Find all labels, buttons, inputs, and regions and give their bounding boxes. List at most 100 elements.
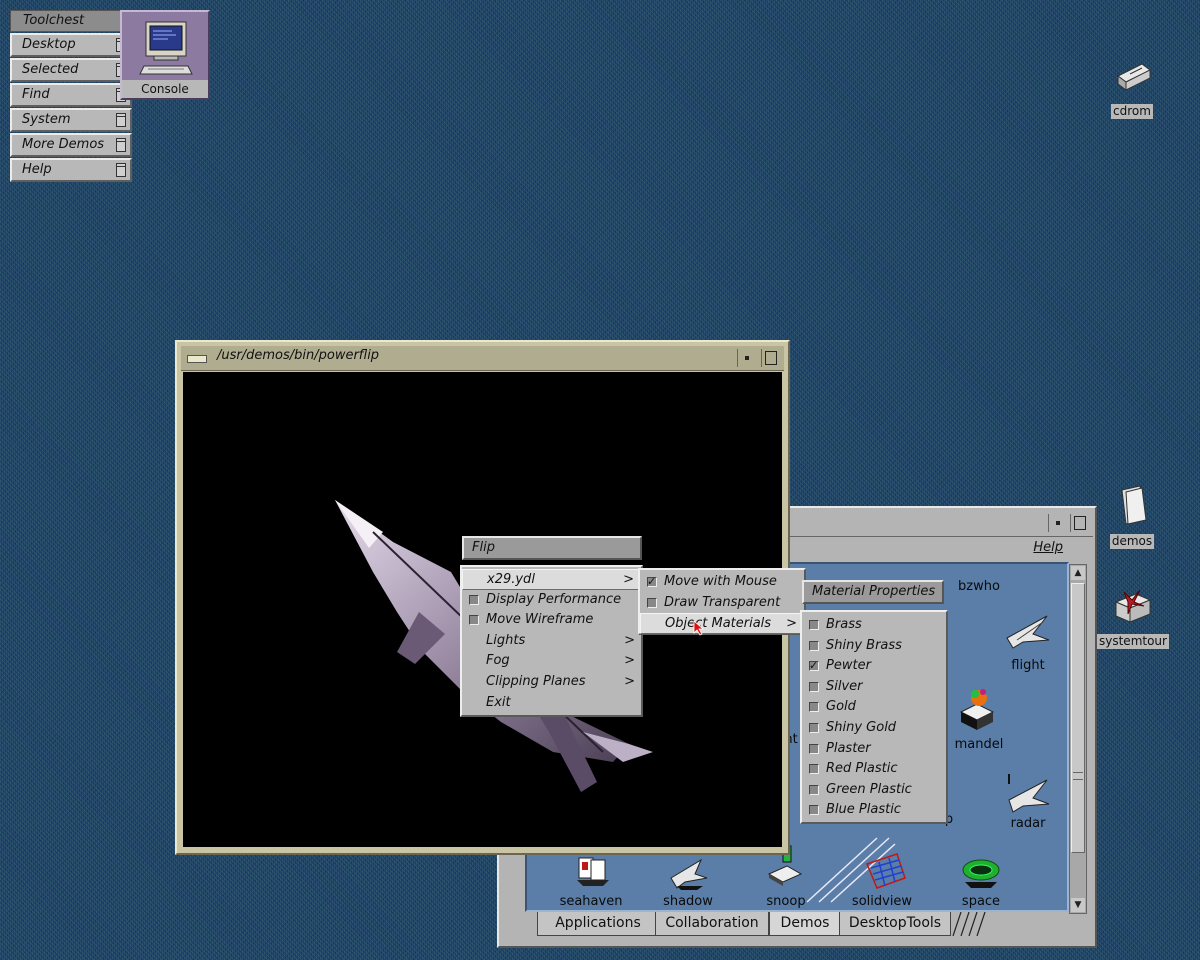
menu-item-label: Display Performance	[486, 591, 622, 607]
menu-item-blue-plastic[interactable]: Blue Plastic	[802, 800, 946, 821]
bzwho-label[interactable]: bzwho	[939, 579, 1019, 594]
toolchest-item-desktop[interactable]: Desktop	[10, 33, 132, 57]
menu-item-pewter[interactable]: Pewter	[802, 656, 946, 677]
menu-item-label: Green Plastic	[826, 781, 912, 797]
checkbox-icon[interactable]	[809, 784, 819, 795]
checkbox-icon[interactable]	[809, 764, 819, 775]
tab-applications[interactable]: Applications	[537, 912, 659, 936]
tab-collaboration[interactable]: Collaboration	[655, 912, 769, 936]
minimize-button[interactable]	[1048, 514, 1067, 532]
cdrom-label: cdrom	[1111, 104, 1153, 119]
radar-jet-icon[interactable]	[1003, 770, 1053, 814]
menu-item-plaster[interactable]: Plaster	[802, 739, 946, 760]
demos-label: demos	[1109, 534, 1155, 549]
menu-item-fog[interactable]: Fog >	[462, 651, 641, 672]
toolchest-item-help[interactable]: Help	[10, 158, 132, 182]
toolchest-item-label: Find	[22, 87, 50, 102]
systemtour-label: systemtour	[1097, 634, 1169, 649]
fractal-icon[interactable]	[955, 684, 999, 732]
help-menu[interactable]: Help	[1033, 540, 1063, 555]
menu-item-label: Move with Mouse	[664, 574, 777, 589]
menu-item-brass[interactable]: Brass	[802, 615, 946, 636]
scroll-down-icon[interactable]: ▼	[1071, 898, 1085, 912]
toolchest-item-find[interactable]: Find	[10, 83, 132, 107]
submenu-marker-icon	[116, 113, 126, 127]
window-menu-button[interactable]	[187, 355, 207, 363]
toolchest-item-more-demos[interactable]: More Demos	[10, 133, 132, 157]
toolchest-item-system[interactable]: System	[10, 108, 132, 132]
checkbox-checked-icon[interactable]	[647, 572, 657, 592]
menu-item-green-plastic[interactable]: Green Plastic	[802, 780, 946, 801]
menu-item-object-materials[interactable]: Object Materials >	[640, 613, 804, 634]
toolchest-item-selected[interactable]: Selected	[10, 58, 132, 82]
cdrom-icon[interactable]: cdrom	[1097, 56, 1167, 119]
menu-item-draw-transparent[interactable]: Draw Transparent	[640, 593, 804, 614]
toolchest: Toolchest Desktop Selected Find System M…	[10, 10, 132, 182]
shadow-jet-icon[interactable]	[667, 854, 711, 890]
menu-item-clipping-planes[interactable]: Clipping Planes >	[462, 672, 641, 693]
menu-item-move-with-mouse[interactable]: Move with Mouse	[640, 572, 804, 593]
menu-item-label: Gold	[826, 699, 856, 715]
menu-item-label: Move Wireframe	[486, 612, 594, 628]
object-submenu: Move with Mouse Draw Transparent Object …	[638, 568, 806, 635]
powerflip-titlebar[interactable]: /usr/demos/bin/powerflip	[181, 346, 784, 371]
checkbox-icon[interactable]	[809, 640, 819, 651]
menu-item-exit[interactable]: Exit	[462, 693, 641, 714]
space-label[interactable]: space	[941, 894, 1021, 909]
menu-item-label: Pewter	[826, 658, 871, 674]
vertical-scrollbar[interactable]: ▲ ▼	[1069, 564, 1087, 914]
menu-item-label: Clipping Planes	[486, 673, 586, 689]
menu-item-lights[interactable]: Lights >	[462, 631, 641, 652]
shadow-label[interactable]: shadow	[648, 894, 728, 909]
menu-item-label: Object Materials	[665, 616, 772, 632]
jet-icon[interactable]	[1003, 610, 1053, 650]
checkbox-icon[interactable]	[809, 805, 819, 816]
window-title: /usr/demos/bin/powerflip	[217, 348, 380, 363]
menu-item-x29-ydl[interactable]: x29.ydl >	[462, 569, 641, 590]
checkbox-icon[interactable]	[809, 702, 819, 713]
maximize-button[interactable]	[761, 349, 780, 367]
tab-desktoptools[interactable]: DesktopTools	[839, 912, 951, 936]
menu-item-label: Plaster	[826, 740, 871, 756]
checkbox-icon[interactable]	[647, 597, 657, 608]
radar-label[interactable]: radar	[988, 816, 1068, 831]
gift-box-icon	[1114, 589, 1152, 623]
tab-demos[interactable]: Demos	[769, 912, 841, 936]
submenu-marker-icon	[116, 163, 126, 177]
toolchest-item-label: Desktop	[22, 37, 76, 52]
seahaven-label[interactable]: seahaven	[551, 894, 631, 909]
menu-item-shiny-gold[interactable]: Shiny Gold	[802, 718, 946, 739]
menu-item-silver[interactable]: Silver	[802, 677, 946, 698]
submenu-marker-icon	[116, 138, 126, 152]
mouse-cursor-icon	[693, 620, 705, 636]
checkbox-icon[interactable]	[809, 722, 819, 733]
console-icon[interactable]: Console	[120, 10, 210, 100]
more-tabs-icon[interactable]	[951, 912, 987, 936]
menu-item-label: Silver	[826, 678, 863, 694]
minimize-button[interactable]	[737, 349, 756, 367]
cards-icon[interactable]	[573, 854, 613, 888]
checkbox-icon[interactable]	[469, 594, 479, 605]
scroll-thumb[interactable]	[1071, 583, 1085, 853]
flight-label[interactable]: flight	[988, 658, 1068, 673]
mandel-label[interactable]: mandel	[939, 737, 1019, 752]
scroll-up-icon[interactable]: ▲	[1071, 566, 1085, 580]
menu-item-label: x29.ydl	[487, 572, 535, 587]
solidview-label[interactable]: solidview	[842, 894, 922, 909]
flip-menu-title: Flip	[462, 536, 642, 560]
checkbox-icon[interactable]	[809, 743, 819, 754]
demos-folder-icon[interactable]: demos	[1097, 484, 1167, 549]
menu-item-shiny-brass[interactable]: Shiny Brass	[802, 636, 946, 657]
checkbox-icon[interactable]	[809, 681, 819, 692]
systemtour-icon[interactable]: systemtour	[1097, 586, 1169, 649]
maximize-button[interactable]	[1070, 514, 1089, 532]
checkbox-icon[interactable]	[469, 615, 479, 626]
checkbox-icon[interactable]	[809, 620, 819, 630]
menu-item-red-plastic[interactable]: Red Plastic	[802, 759, 946, 780]
checkbox-checked-icon[interactable]	[809, 656, 819, 676]
menu-item-gold[interactable]: Gold	[802, 697, 946, 718]
menu-item-label: Fog	[486, 653, 510, 669]
menu-item-display-performance[interactable]: Display Performance	[462, 590, 641, 611]
menu-item-move-wireframe[interactable]: Move Wireframe	[462, 610, 641, 631]
space-icon[interactable]	[959, 852, 1003, 890]
